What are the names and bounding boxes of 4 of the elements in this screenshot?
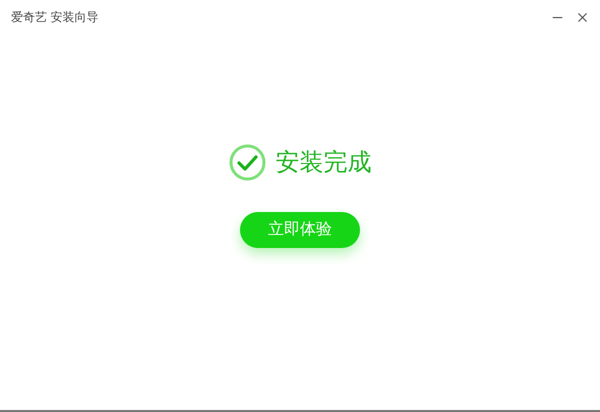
check-circle-icon xyxy=(228,144,266,181)
window-title: 爱奇艺 安装向导 xyxy=(11,9,98,26)
status-message: 安装完成 xyxy=(276,148,372,178)
start-button[interactable]: 立即体验 xyxy=(240,212,360,248)
